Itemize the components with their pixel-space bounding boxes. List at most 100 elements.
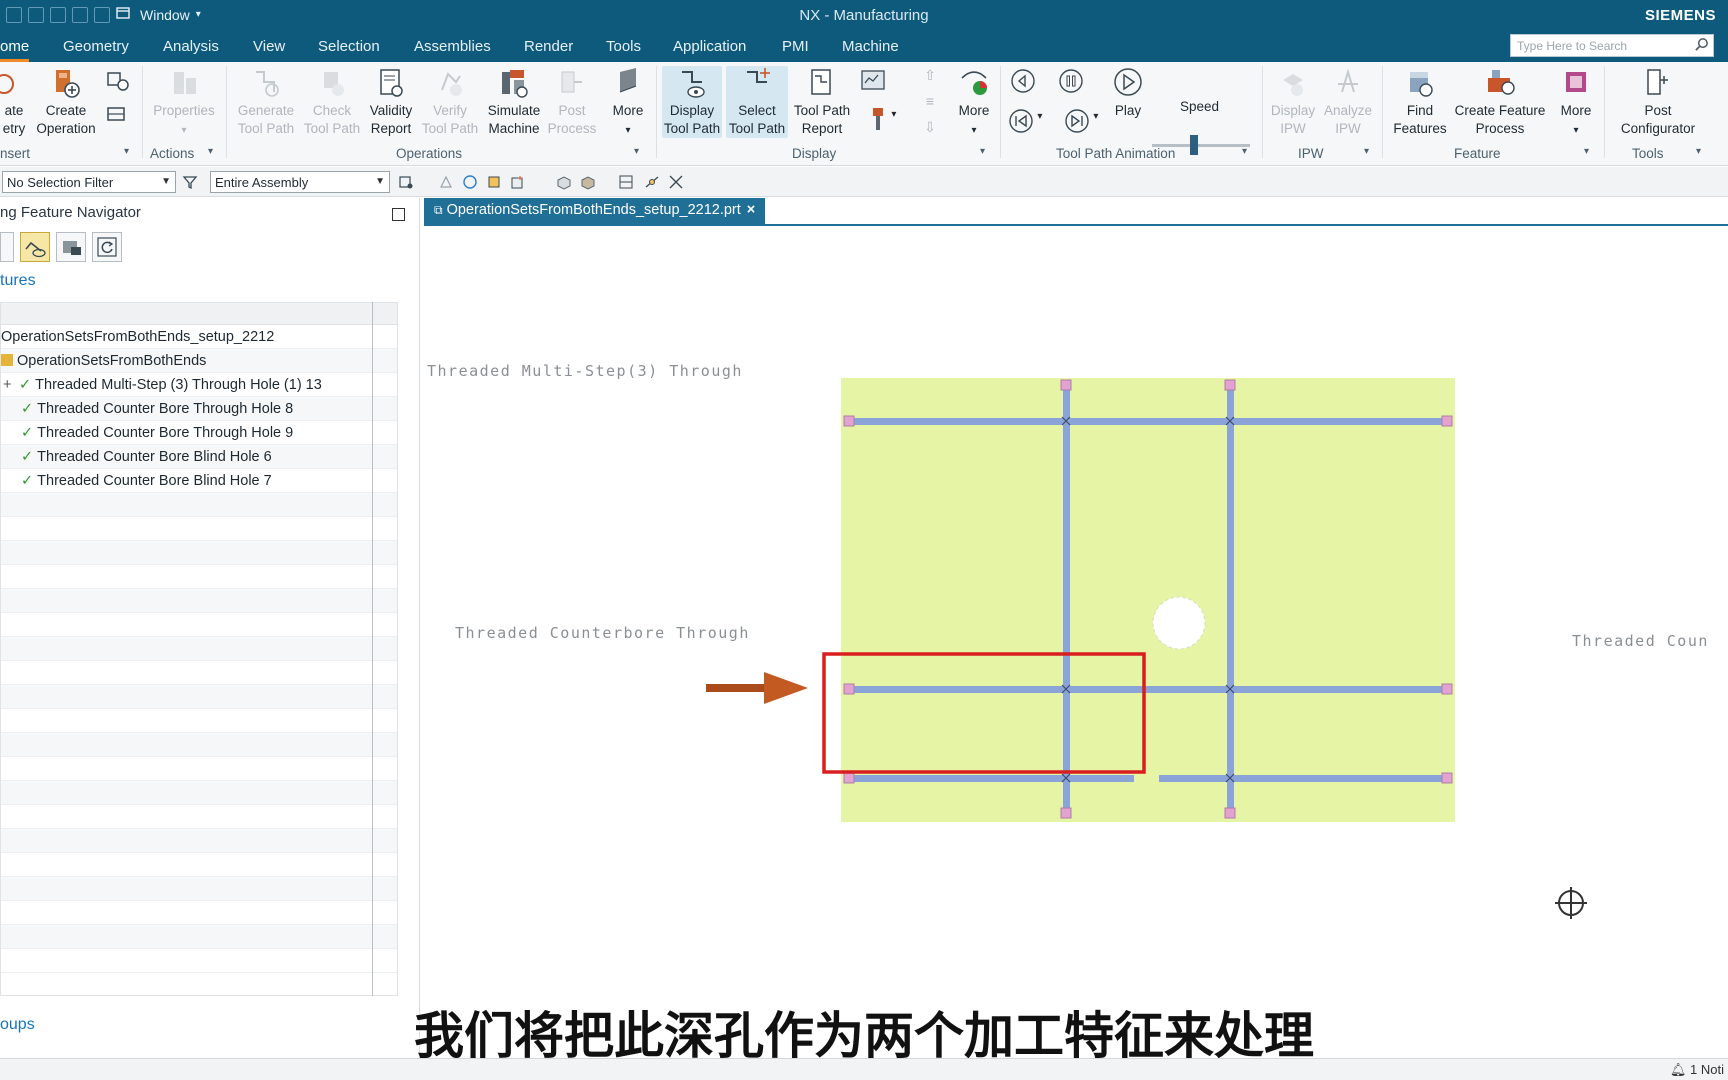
group-tools-label: Tools <box>1632 146 1664 161</box>
tree-row-feature[interactable]: + ✓ Threaded Multi-Step (3) Through Hole (… <box>1 373 397 397</box>
create-geometry-button[interactable]: ate etry <box>0 66 28 138</box>
tab-analysis[interactable]: Analysis <box>163 38 219 55</box>
tab-application[interactable]: Application <box>673 38 746 55</box>
show-all-icon[interactable] <box>0 232 14 262</box>
maximize-icon[interactable] <box>392 208 405 221</box>
list-icon[interactable]: ≡ <box>918 92 942 110</box>
part-view[interactable] <box>424 226 1728 1060</box>
selection-scope-dropdown[interactable]: Entire Assembly ▼ <box>210 171 390 193</box>
create-group-button[interactable] <box>104 102 132 133</box>
tab-machine[interactable]: Machine <box>842 38 899 55</box>
tab-assemblies[interactable]: Assemblies <box>414 38 491 55</box>
close-tab-icon[interactable]: × <box>747 202 755 218</box>
actions-group-menu-icon[interactable]: ▾ <box>208 146 213 157</box>
create-feature-process-icon <box>1488 70 1515 95</box>
hole-axis-vertical[interactable] <box>1063 384 1070 816</box>
refresh-icon[interactable] <box>92 232 122 262</box>
notifications-status[interactable]: 🔔︎ 1 Noti <box>1670 1062 1724 1078</box>
move-down-icon[interactable]: ⇩ <box>918 118 942 136</box>
verify-tool-path-button[interactable]: Verify Tool Path <box>420 66 480 138</box>
hole-axis-vertical[interactable] <box>1227 384 1234 816</box>
more-display-button[interactable]: More ▾ <box>950 66 998 140</box>
feature-group-menu-icon[interactable]: ▾ <box>1584 146 1589 157</box>
tree-row-feature[interactable]: ✓ Threaded Counter Bore Through Hole 9 <box>1 421 397 445</box>
create-operation-button[interactable]: Create Operation <box>34 66 98 138</box>
hole-axis-horizontal[interactable] <box>844 775 1134 782</box>
tree-row-empty <box>1 829 397 853</box>
group-display-label: Display <box>792 146 837 161</box>
analyze-ipw-button[interactable]: Analyze IPW <box>1320 66 1376 138</box>
simulate-machine-button[interactable]: Simulate Machine <box>484 66 544 138</box>
snap-grid-icon[interactable] <box>618 174 634 190</box>
tab-view[interactable]: View <box>253 38 285 55</box>
snap-midpoint-icon[interactable] <box>644 174 660 190</box>
tree-row-setup[interactable]: OperationSetsFromBothEnds_setup_2212 <box>1 325 397 349</box>
rewind-button[interactable]: ▾ <box>1002 108 1048 139</box>
features-section-header[interactable]: tures <box>0 272 36 290</box>
select-tool-path-button[interactable]: Select Tool Path <box>726 66 788 138</box>
operations-group-menu-icon[interactable]: ▾ <box>634 146 639 157</box>
ipw-group-menu-icon[interactable]: ▾ <box>1364 146 1369 157</box>
document-tab[interactable]: ⧉ OperationSetsFromBothEnds_setup_2212.pr… <box>424 198 766 224</box>
validity-report-button[interactable]: Validity Report <box>364 66 418 138</box>
tool-path-report-button[interactable]: Tool Path Report <box>790 66 854 138</box>
tab-pmi[interactable]: PMI <box>782 38 809 55</box>
animation-group-menu-icon[interactable]: ▾ <box>1242 146 1247 157</box>
graphics-window[interactable]: Threaded Multi-Step(3) Through Threaded … <box>424 226 1728 1060</box>
create-feature-process-button[interactable]: Create Feature Process <box>1452 66 1548 138</box>
tab-tools[interactable]: Tools <box>606 38 641 55</box>
forward-button[interactable]: ▾ <box>1058 108 1104 139</box>
insert-group-menu-icon[interactable]: ▾ <box>124 146 129 157</box>
display-ipw-button[interactable]: Display IPW <box>1266 66 1320 138</box>
select-face-icon[interactable] <box>486 174 502 190</box>
command-search-input[interactable]: Type Here to Search <box>1510 34 1714 57</box>
pause-button[interactable] <box>1054 68 1088 99</box>
tools-group-menu-icon[interactable]: ▾ <box>1696 146 1701 157</box>
display-group-menu-icon[interactable]: ▾ <box>980 146 985 157</box>
post-configurator-button[interactable]: Post Configurator <box>1610 66 1706 138</box>
hole-opening[interactable] <box>1152 596 1206 650</box>
select-component-icon[interactable] <box>556 174 572 190</box>
find-features-button[interactable]: Find Features <box>1388 66 1452 138</box>
display-tool-path-button[interactable]: Display Tool Path <box>662 66 722 138</box>
search-icon[interactable] <box>1694 37 1709 52</box>
move-up-icon[interactable]: ⇧ <box>918 66 942 84</box>
expand-icon[interactable]: + <box>1 373 15 397</box>
hole-end-marker <box>1060 379 1072 391</box>
hole-axis-horizontal[interactable] <box>844 686 1452 693</box>
tree-row-feature[interactable]: ✓ Threaded Counter Bore Through Hole 8 <box>1 397 397 421</box>
more-operations-button[interactable]: More ▾ <box>604 66 652 140</box>
hole-axis-horizontal[interactable] <box>844 418 1452 425</box>
speed-slider-handle[interactable] <box>1190 135 1198 155</box>
tree-row-feature[interactable]: ✓ Threaded Counter Bore Blind Hole 7 <box>1 469 397 493</box>
generate-tool-path-button[interactable]: Generate Tool Path <box>234 66 298 138</box>
select-body-icon[interactable] <box>510 174 526 190</box>
tab-selection[interactable]: Selection <box>318 38 380 55</box>
tool-path-display-options-button[interactable] <box>858 68 890 99</box>
lock-features-icon[interactable] <box>56 232 86 262</box>
ribbon: ate etry Create Operation nsert ▾ Proper… <box>0 62 1728 166</box>
tree-row-part[interactable]: OperationSetsFromBothEnds <box>1 349 397 373</box>
properties-button[interactable]: Properties ▾ <box>150 66 218 140</box>
step-back-button[interactable] <box>1006 68 1040 99</box>
post-process-button[interactable]: Post Process <box>546 66 598 138</box>
snap-point-icon[interactable] <box>398 174 414 190</box>
selection-filter-dropdown[interactable]: No Selection Filter ▼ <box>2 171 176 193</box>
filter-icon[interactable] <box>182 174 198 190</box>
tab-geometry[interactable]: Geometry <box>63 38 129 55</box>
part-face[interactable] <box>841 378 1455 822</box>
select-circle-icon[interactable] <box>462 174 478 190</box>
select-vertex-icon[interactable] <box>438 174 454 190</box>
check-tool-path-button[interactable]: Check Tool Path <box>302 66 362 138</box>
tab-home[interactable]: ome <box>0 38 30 62</box>
tree-row-feature[interactable]: ✓ Threaded Counter Bore Blind Hole 6 <box>1 445 397 469</box>
tab-render[interactable]: Render <box>524 38 573 55</box>
snap-intersection-icon[interactable] <box>668 174 684 190</box>
tool-display-button[interactable]: ▾ <box>862 106 902 137</box>
play-button[interactable]: Play <box>1104 66 1152 120</box>
create-method-button[interactable] <box>104 68 132 99</box>
select-solid-icon[interactable] <box>580 174 596 190</box>
show-features-icon[interactable] <box>20 232 50 262</box>
more-feature-button[interactable]: More ▾ <box>1552 66 1600 140</box>
hole-axis-horizontal[interactable] <box>1159 775 1452 782</box>
